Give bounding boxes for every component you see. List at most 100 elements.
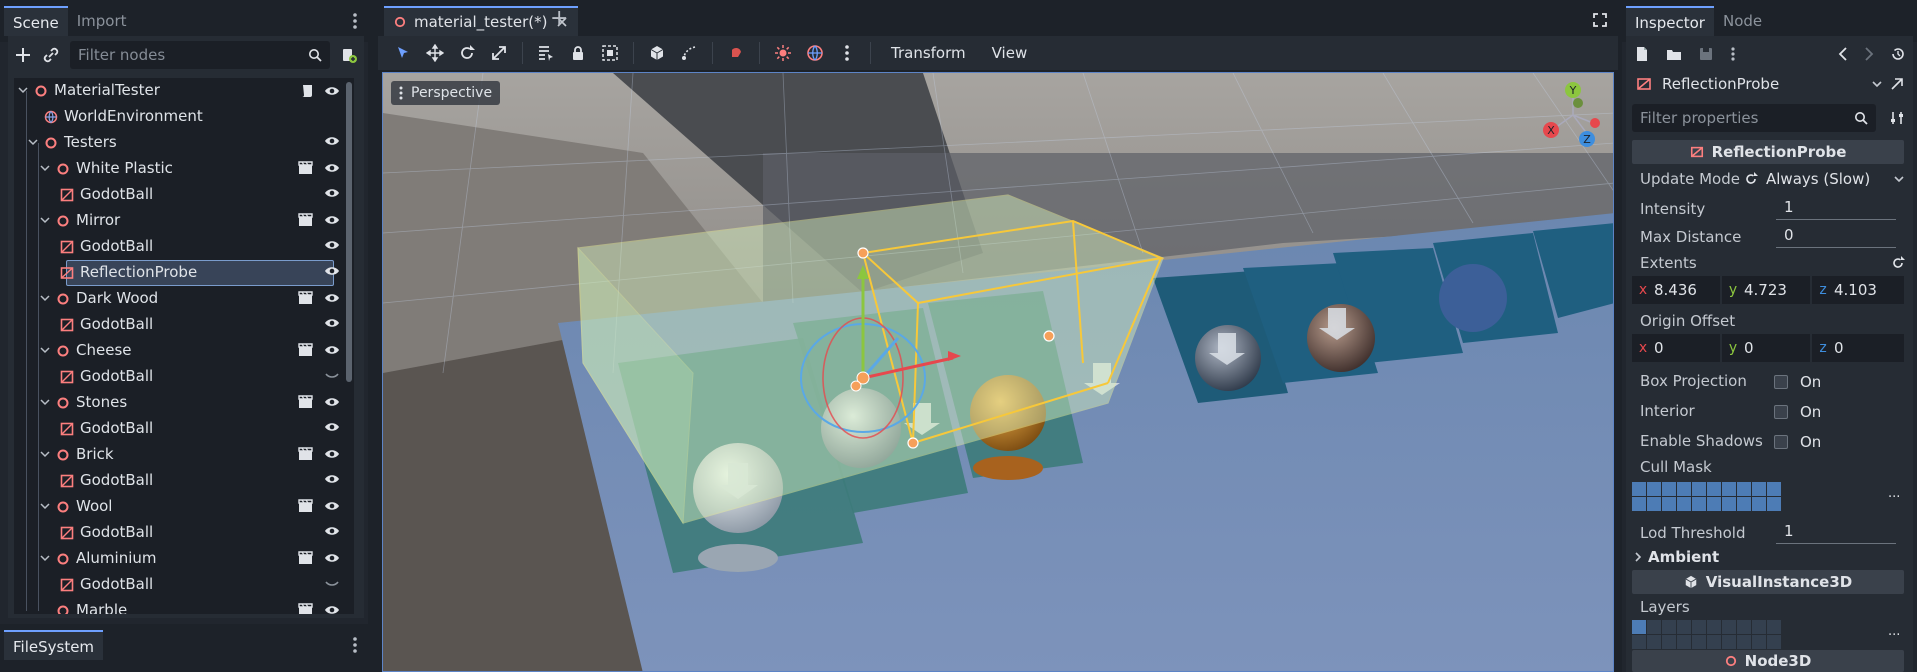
visibility-eye-icon[interactable]	[324, 135, 340, 147]
cull-mask-grid[interactable]	[1632, 482, 1781, 511]
open-scene-icon[interactable]	[298, 499, 314, 513]
visibility-eye-icon[interactable]	[324, 473, 340, 485]
origin-y-field[interactable]: y0	[1722, 334, 1810, 362]
chevron-down-icon[interactable]	[40, 163, 50, 173]
save-icon[interactable]	[1698, 46, 1714, 62]
view-menu[interactable]: View	[986, 44, 1034, 62]
visibility-eye-icon[interactable]	[324, 396, 340, 408]
revert-icon[interactable]	[1891, 256, 1905, 270]
layer-bit[interactable]	[1767, 635, 1781, 649]
visibility-eye-icon[interactable]	[324, 344, 340, 356]
visibility-eye-icon[interactable]	[324, 448, 340, 460]
filter-properties-input[interactable]: Filter properties	[1632, 104, 1876, 132]
open-scene-icon[interactable]	[298, 291, 314, 305]
cull-mask-bit[interactable]	[1707, 482, 1721, 496]
cull-mask-bit[interactable]	[1767, 482, 1781, 496]
sun-preview-icon[interactable]	[727, 44, 745, 62]
instance-scene-icon[interactable]	[42, 46, 60, 64]
update-mode-select[interactable]: Always (Slow)	[1744, 168, 1904, 190]
filter-nodes-input[interactable]: Filter nodes	[70, 41, 330, 69]
chevron-down-icon[interactable]	[40, 293, 50, 303]
visibility-eye-icon[interactable]	[324, 604, 340, 614]
layer-bit[interactable]	[1707, 635, 1721, 649]
tree-item[interactable]: GodotBall	[14, 572, 354, 598]
scale-tool-icon[interactable]	[490, 44, 508, 62]
layer-bit[interactable]	[1752, 620, 1766, 634]
tab-node[interactable]: Node	[1714, 6, 1771, 36]
intensity-slider[interactable]: 1	[1776, 198, 1896, 220]
tree-item[interactable]: GodotBall	[14, 312, 354, 338]
list-select-icon[interactable]	[537, 44, 555, 62]
transform-menu[interactable]: Transform	[885, 44, 972, 62]
section-visual-instance[interactable]: VisualInstance3D	[1632, 570, 1904, 594]
environment-preview-icon[interactable]	[806, 44, 824, 62]
chevron-down-icon[interactable]	[28, 137, 38, 147]
rotate-tool-icon[interactable]	[458, 44, 476, 62]
visibility-eye-icon[interactable]	[324, 421, 340, 433]
tree-item[interactable]: Wool	[14, 494, 354, 520]
tab-inspector[interactable]: Inspector	[1626, 6, 1714, 36]
add-node-icon[interactable]	[14, 46, 32, 64]
cull-mask-bit[interactable]	[1677, 482, 1691, 496]
box-projection-checkbox[interactable]: On	[1774, 373, 1821, 391]
open-scene-icon[interactable]	[298, 603, 314, 614]
visibility-eye-icon[interactable]	[324, 292, 340, 304]
local-space-icon[interactable]	[648, 44, 666, 62]
cull-mask-bit[interactable]	[1737, 482, 1751, 496]
layer-bit[interactable]	[1632, 635, 1646, 649]
layer-bit[interactable]	[1737, 635, 1751, 649]
cull-mask-bit[interactable]	[1722, 482, 1736, 496]
open-folder-icon[interactable]	[1666, 46, 1682, 62]
new-resource-icon[interactable]	[1634, 46, 1650, 62]
layer-bit[interactable]	[1647, 620, 1661, 634]
origin-x-field[interactable]: x0	[1632, 334, 1720, 362]
filesystem-menu-icon[interactable]	[348, 634, 362, 656]
visibility-eye-icon[interactable]	[324, 265, 340, 277]
visibility-eye-icon[interactable]	[324, 85, 340, 97]
group-icon[interactable]	[601, 44, 619, 62]
layer-bit[interactable]	[1752, 635, 1766, 649]
tree-item[interactable]: Brick	[14, 442, 354, 468]
visibility-eye-icon[interactable]	[324, 317, 340, 329]
chevron-down-icon[interactable]	[40, 397, 50, 407]
visibility-eye-icon[interactable]	[324, 239, 340, 251]
open-scene-icon[interactable]	[298, 161, 314, 175]
cull-mask-bit[interactable]	[1662, 482, 1676, 496]
ambient-group[interactable]: Ambient	[1634, 548, 1719, 566]
dock-menu-icon[interactable]	[348, 10, 362, 32]
open-scene-icon[interactable]	[298, 447, 314, 461]
history-back-icon[interactable]	[1838, 46, 1848, 62]
tree-item[interactable]: GodotBall	[14, 182, 354, 208]
extents-z-field[interactable]: z 4.103	[1812, 276, 1904, 304]
layer-bit[interactable]	[1677, 635, 1691, 649]
tree-item[interactable]: Mirror	[14, 208, 354, 234]
visibility-eye-icon[interactable]	[324, 162, 340, 174]
layer-bit[interactable]	[1662, 635, 1676, 649]
cull-mask-bit[interactable]	[1647, 482, 1661, 496]
lock-icon[interactable]	[569, 44, 587, 62]
origin-z-field[interactable]: z0	[1812, 334, 1904, 362]
open-scene-icon[interactable]	[298, 343, 314, 357]
open-scene-icon[interactable]	[298, 551, 314, 565]
section-reflection-probe[interactable]: ReflectionProbe	[1632, 140, 1904, 164]
layer-bit[interactable]	[1707, 620, 1721, 634]
extents-x-field[interactable]: x 8.436	[1632, 276, 1720, 304]
visibility-eye-icon[interactable]	[324, 500, 340, 512]
tree-item[interactable]: GodotBall	[14, 468, 354, 494]
history-icon[interactable]	[1890, 46, 1906, 62]
distraction-free-icon[interactable]	[1592, 12, 1608, 28]
tree-item[interactable]: Dark Wood	[14, 286, 354, 312]
tree-item[interactable]: GodotBall	[14, 416, 354, 442]
more-options-icon[interactable]	[838, 44, 856, 62]
cull-mask-bit[interactable]	[1647, 497, 1661, 511]
visibility-eye-icon[interactable]	[324, 525, 340, 537]
cull-mask-bit[interactable]	[1737, 497, 1751, 511]
tab-scene[interactable]: Scene	[4, 6, 68, 36]
3d-viewport[interactable]: Y X Z Perspective	[382, 72, 1614, 672]
move-tool-icon[interactable]	[426, 44, 444, 62]
layer-bit[interactable]	[1692, 620, 1706, 634]
cull-mask-bit[interactable]	[1752, 482, 1766, 496]
layer-bit[interactable]	[1632, 620, 1646, 634]
cull-mask-bit[interactable]	[1632, 482, 1646, 496]
chevron-down-icon[interactable]	[40, 501, 50, 511]
